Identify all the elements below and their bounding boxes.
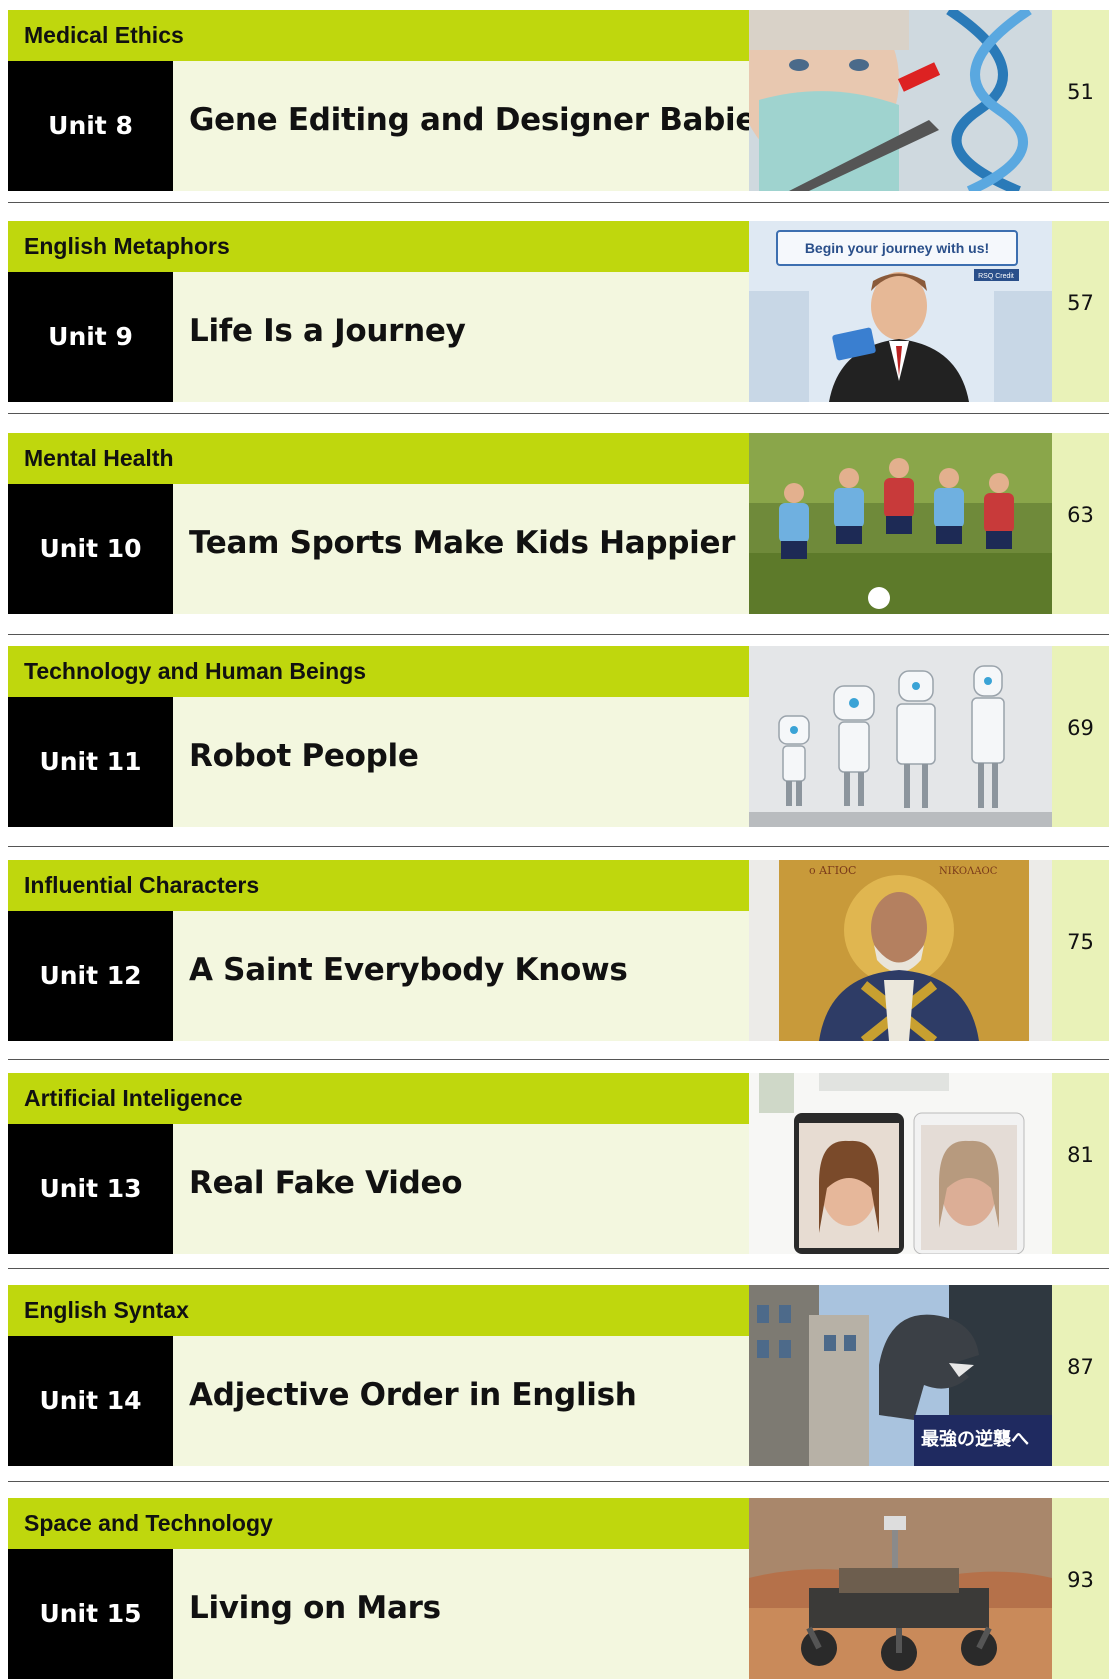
unit-number: Unit 12 — [8, 911, 173, 1041]
unit-row-9[interactable]: English Metaphors Unit 9 Life Is a Journ… — [8, 221, 1109, 402]
category-label: Space and Technology — [8, 1498, 749, 1549]
category-label: Mental Health — [8, 433, 749, 484]
unit-title[interactable]: Robot People — [189, 697, 419, 827]
robots-photo — [749, 646, 1052, 827]
category-label: English Metaphors — [8, 221, 749, 272]
unit-title[interactable]: Gene Editing and Designer Babies — [189, 61, 775, 191]
unit-title-box: Real Fake Video — [173, 1124, 749, 1254]
page-number-box: 69 — [1052, 646, 1109, 827]
unit-row-14[interactable]: English Syntax Unit 14 Adjective Order i… — [8, 1285, 1109, 1466]
unit-title-box: Robot People — [173, 697, 749, 827]
journey-ad-photo: Begin your journey with us! RSQ Credit — [749, 221, 1052, 402]
mosaic-inscription-left: o ΑΓΙΟC — [809, 864, 856, 877]
row-divider — [8, 634, 1109, 635]
unit-number: Unit 13 — [8, 1124, 173, 1254]
page-number: 63 — [1067, 503, 1094, 527]
page-number: 81 — [1067, 1143, 1094, 1167]
page-number: 51 — [1067, 80, 1094, 104]
category-label: Technology and Human Beings — [8, 646, 749, 697]
unit-row-11[interactable]: Technology and Human Beings Unit 11 Robo… — [8, 646, 1109, 827]
unit-number: Unit 15 — [8, 1549, 173, 1679]
unit-title-box: Gene Editing and Designer Babies — [173, 61, 775, 191]
unit-row-12[interactable]: Influential Characters Unit 12 A Saint E… — [8, 860, 1109, 1041]
unit-number: Unit 14 — [8, 1336, 173, 1466]
godzilla-street-photo: 最強の逆襲へ — [749, 1285, 1052, 1466]
unit-title[interactable]: Adjective Order in English — [189, 1336, 637, 1466]
unit-title-box: Living on Mars — [173, 1549, 749, 1679]
row-divider — [8, 846, 1109, 847]
kids-soccer-photo — [749, 433, 1052, 614]
unit-row-8[interactable]: Medical Ethics Unit 8 Gene Editing and D… — [8, 10, 1109, 191]
unit-title[interactable]: Living on Mars — [189, 1549, 441, 1679]
unit-row-10[interactable]: Mental Health Unit 10 Team Sports Make K… — [8, 433, 1109, 614]
category-label: Medical Ethics — [8, 10, 749, 61]
unit-row-15[interactable]: Space and Technology Unit 15 Living on M… — [8, 1498, 1109, 1679]
page-number: 69 — [1067, 716, 1094, 740]
unit-title-box: A Saint Everybody Knows — [173, 911, 749, 1041]
unit-title[interactable]: Real Fake Video — [189, 1124, 463, 1254]
unit-title[interactable]: Team Sports Make Kids Happier — [189, 484, 735, 614]
unit-title-box: Adjective Order in English — [173, 1336, 749, 1466]
page-number: 57 — [1067, 291, 1094, 315]
row-divider — [8, 1268, 1109, 1269]
unit-title[interactable]: Life Is a Journey — [189, 272, 466, 402]
saint-mosaic-photo: o ΑΓΙΟC NIKOΛAOC — [749, 860, 1052, 1041]
page-number-box: 75 — [1052, 860, 1109, 1041]
page-number-box: 63 — [1052, 433, 1109, 614]
page-number: 93 — [1067, 1568, 1094, 1592]
unit-title[interactable]: A Saint Everybody Knows — [189, 911, 628, 1041]
ad-banner-text: Begin your journey with us! — [805, 240, 989, 256]
unit-number: Unit 11 — [8, 697, 173, 827]
mosaic-inscription-right: NIKOΛAOC — [939, 866, 998, 877]
dna-editing-photo — [749, 10, 1052, 191]
billboard-text: 最強の逆襲へ — [921, 1428, 1029, 1450]
unit-row-13[interactable]: Artificial Inteligence Unit 13 Real Fake… — [8, 1073, 1109, 1254]
unit-title-box: Team Sports Make Kids Happier — [173, 484, 749, 614]
ad-banner-subtext: RSQ Credit — [978, 273, 1014, 280]
row-divider — [8, 1059, 1109, 1060]
category-label: Influential Characters — [8, 860, 749, 911]
page-number-box: 51 — [1052, 10, 1109, 191]
page-number-box: 93 — [1052, 1498, 1109, 1679]
row-divider — [8, 202, 1109, 203]
page-number: 87 — [1067, 1355, 1094, 1379]
mars-rover-photo — [749, 1498, 1052, 1679]
page-number-box: 57 — [1052, 221, 1109, 402]
face-tablets-photo — [749, 1073, 1052, 1254]
unit-title-box: Life Is a Journey — [173, 272, 749, 402]
unit-number: Unit 10 — [8, 484, 173, 614]
category-label: English Syntax — [8, 1285, 749, 1336]
page-number-box: 81 — [1052, 1073, 1109, 1254]
unit-number: Unit 8 — [8, 61, 173, 191]
category-label: Artificial Inteligence — [8, 1073, 749, 1124]
page-number: 75 — [1067, 930, 1094, 954]
row-divider — [8, 1481, 1109, 1482]
page-number-box: 87 — [1052, 1285, 1109, 1466]
row-divider — [8, 413, 1109, 414]
unit-number: Unit 9 — [8, 272, 173, 402]
